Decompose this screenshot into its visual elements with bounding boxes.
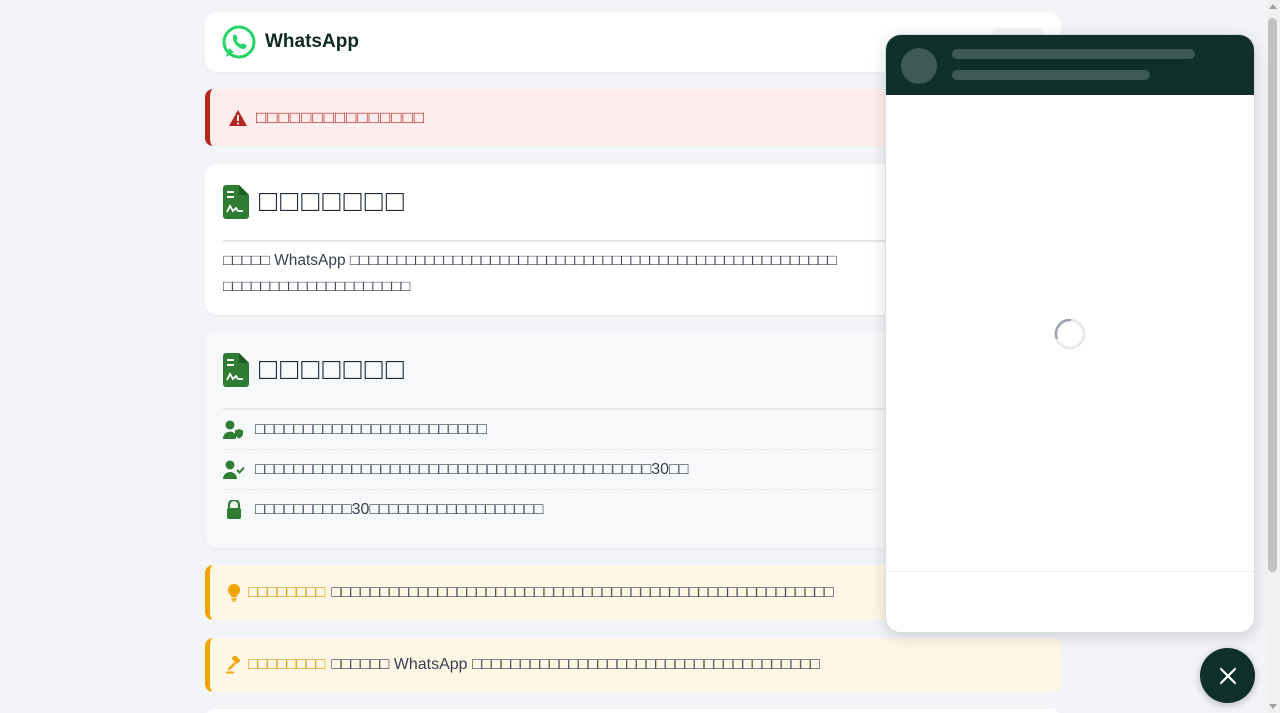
card-title-text: □□□□□□□	[259, 185, 407, 218]
file-signature-icon	[223, 185, 249, 219]
loading-spinner-icon	[1054, 318, 1086, 349]
next-card	[205, 709, 1061, 713]
brand-name: WhatsApp	[265, 31, 359, 52]
user-shield-icon	[223, 420, 243, 439]
user-check-icon	[223, 460, 245, 479]
notice-banner: □□□□□□□□ □□□□□□ WhatsApp □□□□□□□□□□□□□□□…	[205, 638, 1061, 692]
skeleton-line	[952, 70, 1150, 80]
chat-body	[886, 95, 1254, 572]
close-icon	[1219, 667, 1236, 684]
notice-text: □□□□□□ WhatsApp □□□□□□□□□□□□□□□□□□□□□□□□…	[331, 656, 820, 673]
file-signature-icon	[223, 353, 249, 387]
page-scrollbar[interactable]	[1266, 0, 1280, 713]
whatsapp-logo-icon	[222, 25, 256, 59]
scroll-up-arrow-icon[interactable]	[1269, 4, 1277, 9]
warning-triangle-icon	[229, 109, 247, 126]
alert-text: □□□□□□□□□□□□□□□	[256, 107, 426, 127]
scrollbar-thumb[interactable]	[1268, 18, 1277, 572]
chat-widget[interactable]	[885, 34, 1255, 633]
list-item-text: □□□□□□□□□□30□□□□□□□□□□□□□□□□□□	[255, 501, 544, 518]
gavel-icon	[226, 656, 241, 674]
scroll-down-arrow-icon[interactable]	[1269, 704, 1277, 709]
lock-icon	[227, 500, 241, 519]
card-title-text: □□□□□□□	[259, 353, 407, 386]
chat-footer	[886, 571, 1254, 632]
skeleton-line	[952, 49, 1195, 59]
lightbulb-icon	[227, 583, 241, 602]
close-chat-button[interactable]	[1200, 648, 1255, 703]
notice-label: □□□□□□□□	[248, 656, 326, 673]
avatar-placeholder	[901, 48, 937, 84]
tip-text: □□□□□□□□□□□□□□□□□□□□□□□□□□□□□□□□□□□□□□□□…	[331, 583, 834, 601]
list-item-text: □□□□□□□□□□□□□□□□□□□□□□□□	[255, 420, 487, 438]
list-item-text: □□□□□□□□□□□□□□□□□□□□□□□□□□□□□□□□□□□□□□□□…	[255, 460, 689, 478]
tip-label: □□□□□□□□	[248, 583, 326, 601]
chat-header	[886, 35, 1254, 95]
